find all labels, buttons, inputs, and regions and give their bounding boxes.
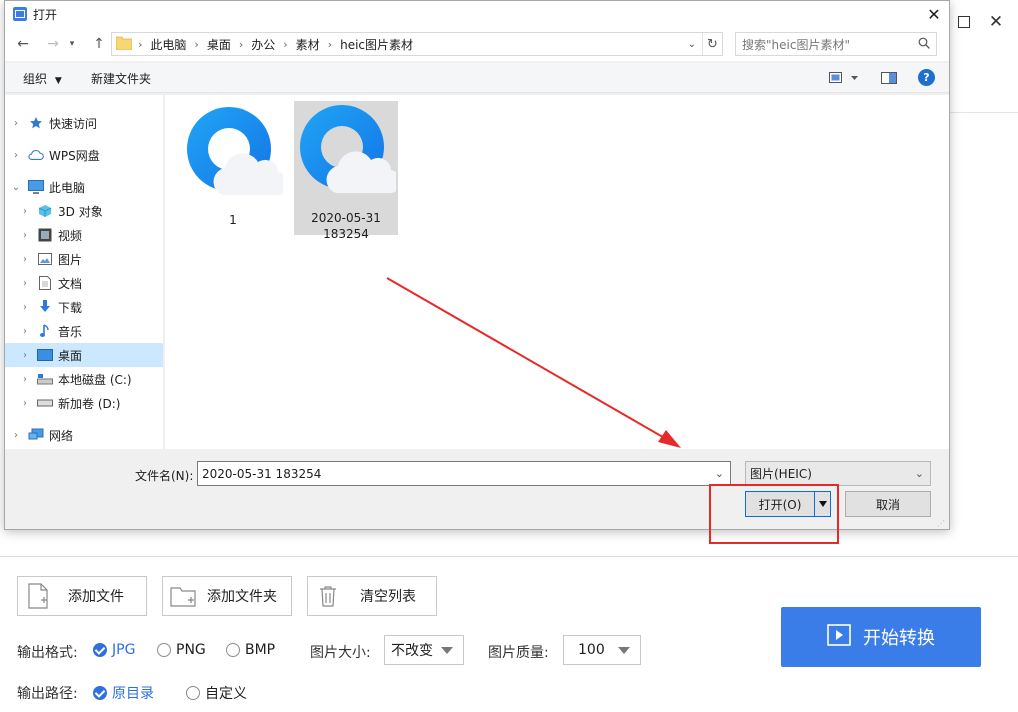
annotation-arrow xyxy=(386,277,681,448)
annotation-highlight-box xyxy=(709,484,839,544)
